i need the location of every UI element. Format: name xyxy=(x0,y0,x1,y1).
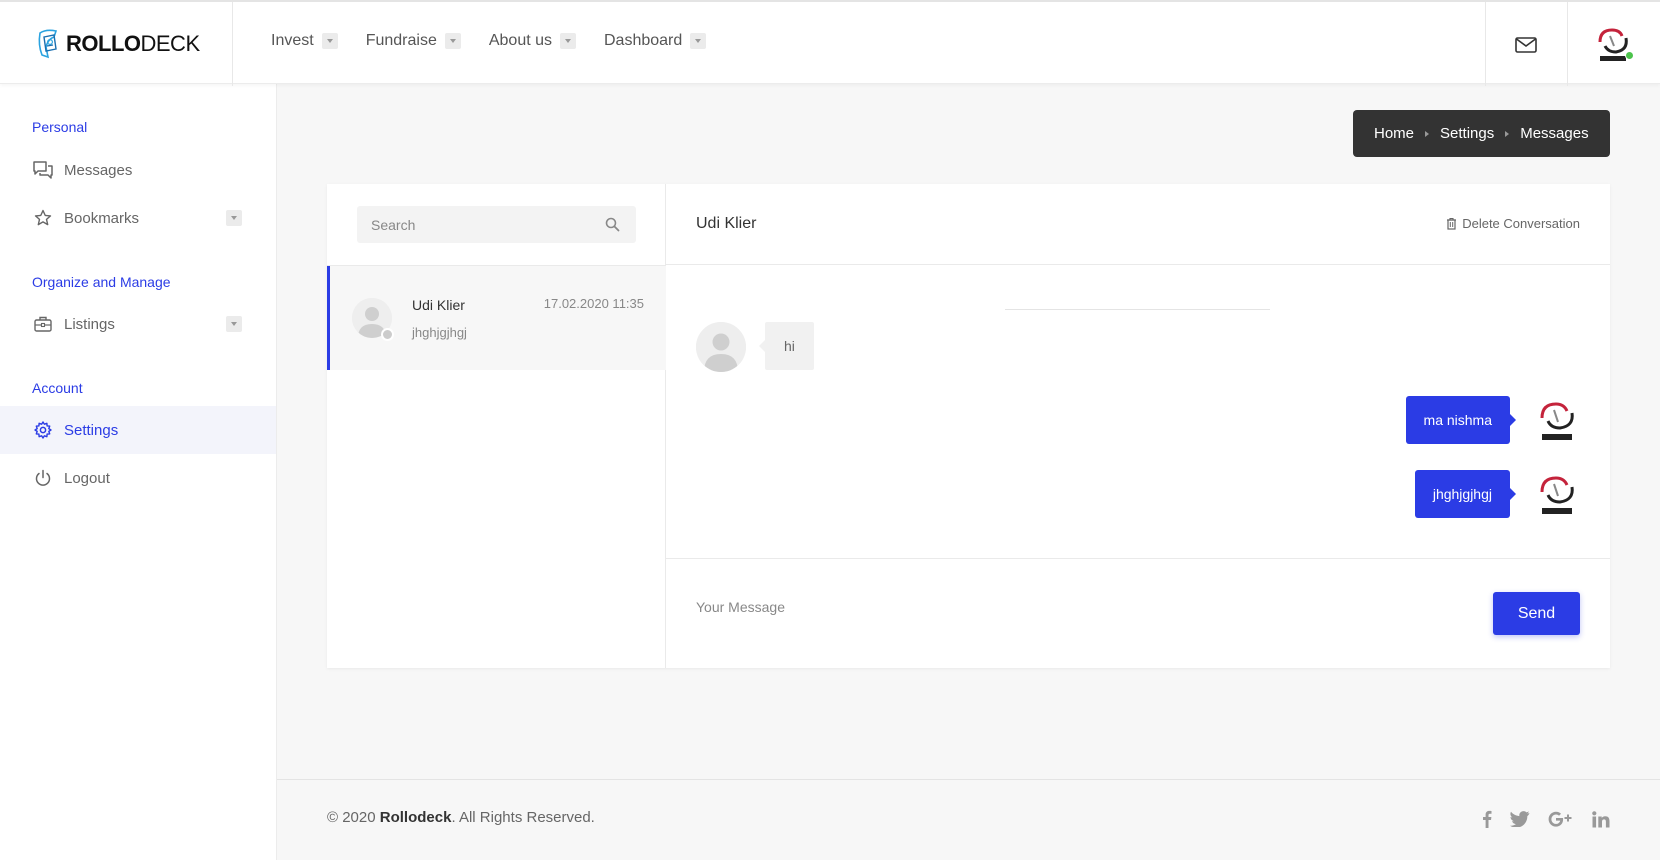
avatar xyxy=(696,322,746,372)
user-logo-icon xyxy=(1540,402,1574,440)
conversation-time: 17.02.2020 11:35 xyxy=(543,296,644,311)
search-box xyxy=(357,206,636,243)
divider xyxy=(232,2,233,86)
sidebar-section-account: Account xyxy=(32,380,83,396)
trash-icon xyxy=(1447,217,1457,230)
sidebar-item-logout[interactable]: Logout xyxy=(0,454,276,502)
nav-label: Invest xyxy=(271,32,314,49)
search-icon[interactable] xyxy=(605,217,620,232)
compose-area: Send xyxy=(666,558,1610,668)
sidebar-item-messages[interactable]: Messages xyxy=(0,146,276,194)
message-input[interactable] xyxy=(696,599,1456,629)
chevron-down-icon xyxy=(321,33,338,49)
sidebar: Personal Messages Bookmarks Organize and… xyxy=(0,84,277,860)
footer-divider xyxy=(277,779,1660,780)
gear-icon xyxy=(32,419,54,441)
footer-copyright: © 2020 Rollodeck. All Rights Reserved. xyxy=(327,809,595,826)
chevron-down-icon xyxy=(226,210,242,226)
power-icon xyxy=(32,467,54,489)
message-outgoing: jhghjgjhgj xyxy=(1414,470,1517,518)
message-outgoing: ma nishma xyxy=(1405,396,1517,444)
status-dot xyxy=(381,328,394,341)
logo-text: ROLLODECK xyxy=(66,31,200,56)
chevron-right-icon xyxy=(1505,130,1510,137)
chevron-down-icon xyxy=(226,316,242,332)
chevron-down-icon xyxy=(560,33,576,49)
chevron-right-icon xyxy=(1425,130,1430,137)
main-nav: Invest Fundraise About us Dashboard xyxy=(271,32,734,50)
sidebar-item-bookmarks[interactable]: Bookmarks xyxy=(0,194,276,242)
linkedin-icon[interactable] xyxy=(1592,808,1610,830)
search-input[interactable] xyxy=(371,216,601,233)
delete-conversation-button[interactable]: Delete Conversation xyxy=(1446,216,1580,231)
delete-label: Delete Conversation xyxy=(1462,216,1580,231)
brand-link[interactable]: Rollodeck xyxy=(380,809,452,826)
top-header: ROLLODECK Invest Fundraise About us Dash… xyxy=(0,0,1660,86)
mail-icon xyxy=(1515,37,1537,53)
breadcrumb-home[interactable]: Home xyxy=(1374,125,1414,142)
sidebar-item-label: Messages xyxy=(64,161,133,179)
briefcase-icon xyxy=(32,313,54,335)
conversation-preview: jhghjgjhgj xyxy=(412,325,467,340)
sidebar-item-label: Bookmarks xyxy=(64,209,140,227)
conversation-item[interactable]: Udi Klier 17.02.2020 11:35 jhghjgjhgj xyxy=(327,266,666,370)
breadcrumb-settings[interactable]: Settings xyxy=(1440,125,1494,142)
sidebar-item-label: Settings xyxy=(64,421,119,439)
google-plus-icon[interactable] xyxy=(1548,808,1574,830)
divider xyxy=(1005,309,1270,310)
chevron-down-icon xyxy=(444,33,461,49)
chat-header: Udi Klier Delete Conversation xyxy=(666,184,1610,265)
messages-panel: Udi Klier 17.02.2020 11:35 jhghjgjhgj Ud… xyxy=(327,184,1610,668)
facebook-icon[interactable] xyxy=(1482,808,1492,830)
divider xyxy=(1567,2,1568,86)
breadcrumb: Home Settings Messages xyxy=(1353,110,1610,157)
chat-area: Udi Klier Delete Conversation hi ma nish… xyxy=(666,184,1610,668)
logo[interactable]: ROLLODECK xyxy=(34,26,200,62)
social-links xyxy=(1464,808,1610,830)
sidebar-item-listings[interactable]: Listings xyxy=(0,300,276,348)
copyright-suffix: . All Rights Reserved. xyxy=(451,809,595,826)
sidebar-item-settings[interactable]: Settings xyxy=(0,406,276,454)
nav-label: About us xyxy=(488,32,552,49)
nav-fundraise[interactable]: Fundraise xyxy=(366,32,461,50)
twitter-icon[interactable] xyxy=(1510,808,1530,830)
sidebar-item-label: Listings xyxy=(64,315,115,333)
chevron-down-icon xyxy=(690,33,707,49)
conversation-list: Udi Klier 17.02.2020 11:35 jhghjgjhgj xyxy=(327,184,666,668)
divider xyxy=(1485,2,1486,86)
message-incoming: hi xyxy=(759,322,814,370)
user-logo-icon xyxy=(1540,476,1574,514)
online-status-dot xyxy=(1625,51,1634,60)
copyright-prefix: © 2020 xyxy=(327,809,380,826)
sidebar-section-organize: Organize and Manage xyxy=(32,274,171,290)
nav-dashboard[interactable]: Dashboard xyxy=(604,32,707,50)
nav-label: Dashboard xyxy=(604,32,683,49)
star-icon xyxy=(32,207,54,229)
sidebar-item-label: Logout xyxy=(64,469,110,487)
nav-about-us[interactable]: About us xyxy=(489,32,576,50)
logo-icon xyxy=(38,29,58,59)
nav-label: Fundraise xyxy=(365,32,437,49)
chat-title: Udi Klier xyxy=(696,215,757,232)
send-button[interactable]: Send xyxy=(1493,592,1580,635)
sidebar-section-personal: Personal xyxy=(32,119,88,135)
chat-icon xyxy=(32,159,54,181)
conversation-name: Udi Klier xyxy=(412,297,465,313)
nav-invest[interactable]: Invest xyxy=(271,32,338,50)
user-avatar[interactable] xyxy=(1592,24,1634,66)
breadcrumb-messages: Messages xyxy=(1520,125,1589,142)
mail-button[interactable] xyxy=(1505,30,1547,60)
